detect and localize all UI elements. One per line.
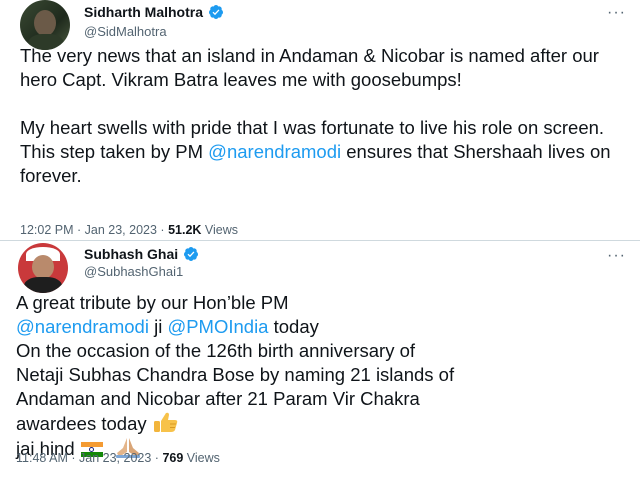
- text-segment: awardees today: [16, 413, 147, 434]
- tweet-line: On the occasion of the 126th birth anniv…: [16, 340, 416, 361]
- tweet-sidharth[interactable]: Sidharth Malhotra @SidMalhotra ··· The v…: [0, 0, 640, 240]
- avatar[interactable]: [20, 0, 70, 50]
- mention-link[interactable]: @PMOIndia: [167, 316, 268, 337]
- tweet-meta: 12:02 PM · Jan 23, 2023 · 51.2K Views: [20, 223, 238, 237]
- handle[interactable]: @SidMalhotra: [84, 24, 167, 39]
- verified-badge-icon: [184, 247, 199, 261]
- avatar[interactable]: [18, 243, 68, 293]
- tweet-date[interactable]: Jan 23, 2023: [79, 451, 151, 465]
- thumbs-up-emoji: [153, 412, 177, 432]
- tweet-text: The very news that an island in Andaman …: [20, 44, 630, 188]
- text-segment: ji: [148, 316, 168, 337]
- author-name-row: Sidharth Malhotra: [84, 4, 224, 20]
- handle[interactable]: @SubhashGhai1: [84, 264, 183, 279]
- tweet-paragraph-1: The very news that an island in Andaman …: [20, 45, 599, 90]
- more-options-icon[interactable]: ···: [607, 4, 626, 22]
- tweet-time[interactable]: 12:02 PM: [20, 223, 74, 237]
- separator-dot: ·: [77, 223, 85, 237]
- text-segment: today: [268, 316, 319, 337]
- mention-link[interactable]: @narendramodi: [16, 316, 149, 337]
- tweet-text: A great tribute by our Hon’ble PM @naren…: [16, 291, 636, 461]
- separator-dot: ·: [160, 223, 169, 237]
- tweet-line: Andaman and Nicobar after 21 Param Vir C…: [16, 388, 420, 409]
- views-count: 51.2K: [168, 223, 202, 237]
- views-label: Views: [204, 223, 239, 237]
- views-count: 769: [162, 451, 184, 465]
- display-name[interactable]: Subhash Ghai: [84, 246, 178, 262]
- tweet-subhash[interactable]: Subhash Ghai @SubhashGhai1 ··· A great t…: [0, 240, 640, 481]
- tweet-line: awardees today: [16, 411, 636, 436]
- tweet-line: @narendramodi ji @PMOIndia today: [16, 315, 636, 339]
- mention-link[interactable]: @narendramodi: [208, 141, 341, 162]
- verified-badge-icon: [209, 5, 224, 19]
- tweet-line: Netaji Subhas Chandra Bose by naming 21 …: [16, 364, 455, 385]
- views-label: Views: [186, 451, 220, 465]
- tweet-meta: 11:48 AM · Jan 23, 2023 · 769 Views: [16, 451, 220, 465]
- display-name[interactable]: Sidharth Malhotra: [84, 4, 203, 20]
- tweet-line: A great tribute by our Hon’ble PM: [16, 292, 289, 313]
- tweet-date[interactable]: Jan 23, 2023: [85, 223, 157, 237]
- more-options-icon[interactable]: ···: [607, 247, 626, 265]
- author-name-row: Subhash Ghai: [84, 246, 199, 262]
- tweet-time[interactable]: 11:48 AM: [16, 451, 68, 465]
- separator-dot: ·: [71, 451, 80, 465]
- tweet-paragraph-2: My heart swells with pride that I was fo…: [20, 116, 630, 188]
